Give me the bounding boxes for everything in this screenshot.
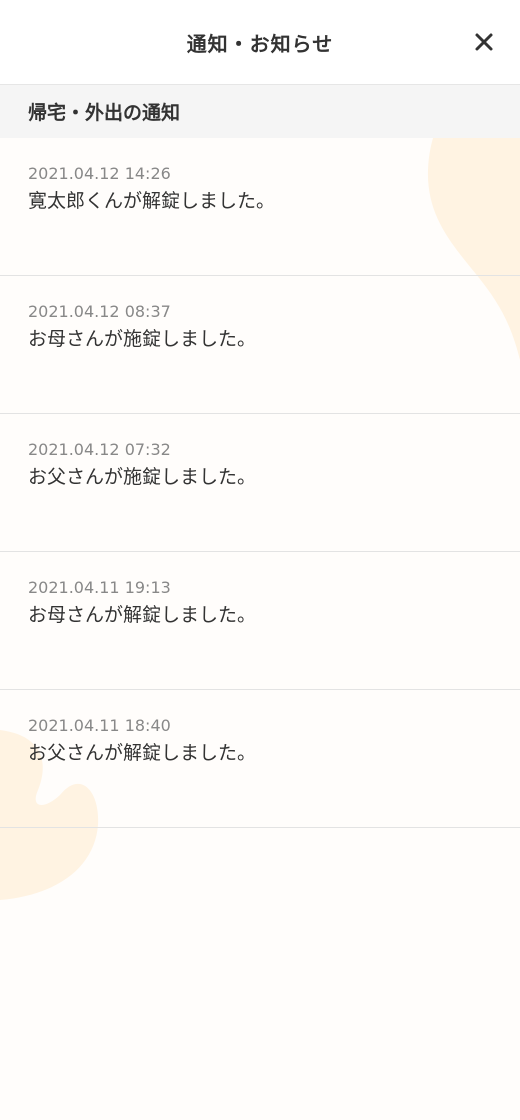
page-title: 通知・お知らせ [186,31,334,56]
notification-message: お父さんが施錠しました。 [28,466,257,488]
notification-item[interactable]: 2021.04.11 19:13 お母さんが解錠しました。 [0,552,520,690]
notification-message: お母さんが解錠しました。 [28,604,257,626]
notification-item[interactable]: 2021.04.12 14:26 寛太郎くんが解錠しました。 [0,138,520,276]
notification-time: 2021.04.12 14:26 [28,164,171,183]
section-header: 帰宅・外出の通知 [0,85,520,138]
close-icon [475,33,493,51]
app-header: 通知・お知らせ [0,0,520,85]
notification-item[interactable]: 2021.04.12 07:32 お父さんが施錠しました。 [0,414,520,552]
notification-time: 2021.04.12 07:32 [28,440,171,459]
notification-list: 2021.04.12 14:26 寛太郎くんが解錠しました。 2021.04.1… [0,138,520,828]
section-title: 帰宅・外出の通知 [28,102,181,124]
notification-time: 2021.04.11 18:40 [28,716,171,735]
close-button[interactable] [470,28,498,56]
notification-message: 寛太郎くんが解錠しました。 [28,190,276,212]
notification-time: 2021.04.12 08:37 [28,302,171,321]
notification-time: 2021.04.11 19:13 [28,578,171,597]
notification-item[interactable]: 2021.04.11 18:40 お父さんが解錠しました。 [0,690,520,828]
notification-message: お母さんが施錠しました。 [28,328,257,350]
notification-item[interactable]: 2021.04.12 08:37 お母さんが施錠しました。 [0,276,520,414]
notification-message: お父さんが解錠しました。 [28,742,257,764]
